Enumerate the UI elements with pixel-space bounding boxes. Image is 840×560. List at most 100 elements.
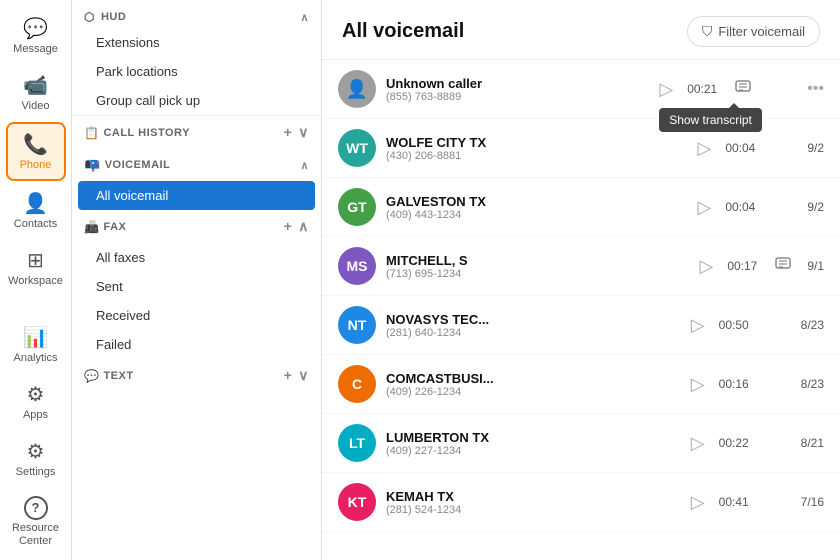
nav-workspace[interactable]: ⊞ Workspace [6,240,66,295]
avatar-8: KT [338,483,376,521]
analytics-icon: 📊 [23,325,48,350]
voicemail-section: 📭 VOICEMAIL ∧ All voicemail [72,149,321,210]
sidebar-panel: ⬡ HUD ∧ Extensions Park locations Group … [72,0,322,560]
fax-expand-icon[interactable]: ∧ [298,218,309,235]
avatar-2: WT [338,129,376,167]
avatar-photo-icon: 👤 [346,79,368,100]
call-history-expand-icon[interactable]: ∨ [298,124,309,141]
voicemail-item-2[interactable]: WT WOLFE CITY TX (430) 206-8881 ▷ 00:04 … [322,119,840,178]
vm-info-2: WOLFE CITY TX (430) 206-8881 [386,135,683,162]
vm-name-7: LUMBERTON TX [386,430,677,445]
text-add-icon[interactable]: + [284,367,293,384]
vm-phone-2: (430) 206-8881 [386,150,683,162]
sidebar-item-fax-failed[interactable]: Failed [72,330,321,359]
hud-section-title: HUD [101,11,126,23]
nav-message[interactable]: 💬 Message [6,8,66,63]
voicemail-item-3[interactable]: GT GALVESTON TX (409) 443-1234 ▷ 00:04 9… [322,178,840,237]
nav-apps[interactable]: ⚙ Apps [6,374,66,429]
play-button-2[interactable]: ▷ [697,138,711,159]
nav-apps-label: Apps [23,409,48,421]
play-button-4[interactable]: ▷ [699,256,713,277]
sidebar-item-park-locations[interactable]: Park locations [72,57,321,86]
nav-contacts[interactable]: 👤 Contacts [6,183,66,238]
play-button-5[interactable]: ▷ [691,315,705,336]
text-icon: 💬 [84,369,99,383]
resource-center[interactable]: ? ResourceCenter [6,488,66,556]
avatar-initials-2: WT [346,140,368,156]
vm-duration-2: 00:04 [725,141,757,155]
avatar-initials-5: NT [348,317,367,333]
fax-title: FAX [103,221,126,233]
voicemail-item-4[interactable]: MS MITCHELL, S (713) 695-1234 ▷ 00:17 9/… [322,237,840,296]
settings-icon: ⚙ [27,439,45,464]
vm-duration-4: 00:17 [727,259,759,273]
avatar-initials-3: GT [347,199,366,215]
hud-collapse-icon[interactable]: ∧ [300,11,309,24]
hud-icon: ⬡ [84,10,95,24]
sidebar-item-all-faxes[interactable]: All faxes [72,243,321,272]
vm-info-5: NOVASYS TEC... (281) 640-1234 [386,312,677,339]
voicemail-item-6[interactable]: C COMCASTBUSI... (409) 226-1234 ▷ 00:16 … [322,355,840,414]
voicemail-item-7[interactable]: LT LUMBERTON TX (409) 227-1234 ▷ 00:22 8… [322,414,840,473]
play-button-8[interactable]: ▷ [691,492,705,513]
play-button-6[interactable]: ▷ [691,374,705,395]
voicemail-item-8[interactable]: KT KEMAH TX (281) 524-1234 ▷ 00:41 7/16 [322,473,840,532]
apps-icon: ⚙ [27,382,45,407]
voicemail-header: 📭 VOICEMAIL ∧ [72,149,321,181]
sidebar-item-fax-received[interactable]: Received [72,301,321,330]
voicemail-item-1[interactable]: 👤 Unknown caller (855) 763-8889 ▷ 00:21 … [322,60,840,119]
sidebar-item-group-call-pickup[interactable]: Group call pick up [72,86,321,115]
vm-name-8: KEMAH TX [386,489,677,504]
text-expand-icon[interactable]: ∨ [298,367,309,384]
vm-date-2: 9/2 [807,141,824,155]
vm-date-5: 8/23 [801,318,824,332]
vm-duration-3: 00:04 [725,200,757,214]
vm-info-7: LUMBERTON TX (409) 227-1234 [386,430,677,457]
vm-duration-1: 00:21 [687,82,719,96]
sidebar-item-extensions[interactable]: Extensions [72,28,321,57]
voicemail-list: 👤 Unknown caller (855) 763-8889 ▷ 00:21 … [322,60,840,560]
phone-icon: 📞 [23,132,48,157]
sidebar-item-all-voicemail[interactable]: All voicemail [78,181,315,210]
nav-video-label: Video [22,100,50,112]
filter-label: Filter voicemail [718,24,805,39]
call-history-section: 📋 CALL HISTORY + ∨ [72,116,321,149]
nav-phone[interactable]: 📞 Phone [6,122,66,181]
transcript-icon-1[interactable] [735,81,751,98]
more-options-1[interactable]: ••• [807,80,824,98]
transcript-icon-4[interactable] [775,257,791,276]
avatar-initials-7: LT [349,435,365,451]
vm-info-6: COMCASTBUSI... (409) 226-1234 [386,371,677,398]
nav-analytics[interactable]: 📊 Analytics [6,317,66,372]
nav-analytics-label: Analytics [13,352,57,364]
vm-phone-3: (409) 443-1234 [386,209,683,221]
nav-settings[interactable]: ⚙ Settings [6,431,66,486]
vm-duration-5: 00:50 [719,318,751,332]
play-button-1[interactable]: ▷ [659,79,673,100]
avatar-5: NT [338,306,376,344]
main-content: All voicemail ⛉ Filter voicemail 👤 Unkno… [322,0,840,560]
filter-button[interactable]: ⛉ Filter voicemail [687,16,820,47]
workspace-icon: ⊞ [27,248,44,273]
vm-name-2: WOLFE CITY TX [386,135,683,150]
nav-video[interactable]: 📹 Video [6,65,66,120]
transcript-container-1: Show transcript [719,80,767,99]
nav-settings-label: Settings [16,466,56,478]
play-button-3[interactable]: ▷ [697,197,711,218]
nav-contacts-label: Contacts [14,218,57,230]
voicemail-item-5[interactable]: NT NOVASYS TEC... (281) 640-1234 ▷ 00:50… [322,296,840,355]
vm-duration-8: 00:41 [719,495,751,509]
play-button-7[interactable]: ▷ [691,433,705,454]
vm-phone-4: (713) 695-1234 [386,268,685,280]
vm-info-8: KEMAH TX (281) 524-1234 [386,489,677,516]
voicemail-collapse-icon[interactable]: ∧ [300,159,309,172]
fax-header: 📠 FAX + ∧ [72,210,321,243]
message-icon: 💬 [23,16,48,41]
hud-section: ⬡ HUD ∧ Extensions Park locations Group … [72,0,321,116]
call-history-add-icon[interactable]: + [284,124,293,141]
text-section: 💬 TEXT + ∨ [72,359,321,392]
fax-add-icon[interactable]: + [284,218,293,235]
voicemail-icon: 📭 [84,157,101,173]
vm-duration-7: 00:22 [719,436,751,450]
sidebar-item-fax-sent[interactable]: Sent [72,272,321,301]
